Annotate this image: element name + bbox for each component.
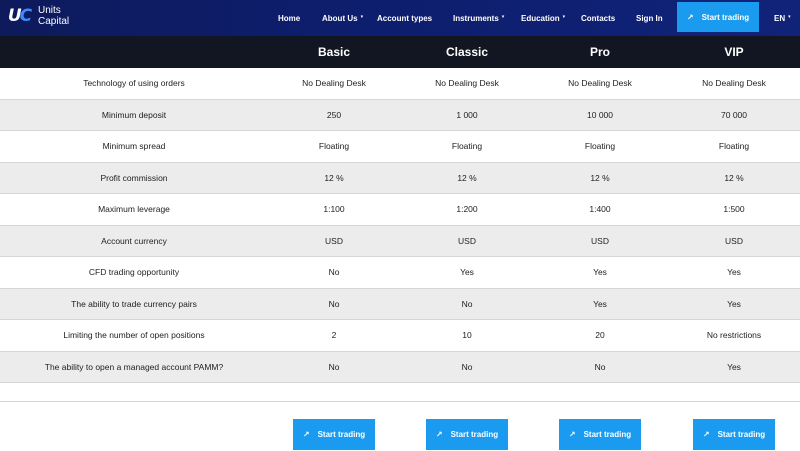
- nav-start-trading-button[interactable]: ↗ Start trading: [677, 2, 759, 32]
- arrow-up-right-icon: ↗: [702, 430, 710, 439]
- nav-item-about-us[interactable]: About Us ▾: [322, 0, 363, 36]
- table-cell: 10 000: [587, 109, 613, 120]
- table-cell: No: [594, 361, 606, 372]
- table-row: Account currency USD USD USD USD: [0, 225, 800, 257]
- row-label: Maximum leverage: [98, 204, 170, 215]
- start-trading-vip-button[interactable]: ↗ Start trading: [693, 419, 775, 450]
- plan-name-vip: VIP: [724, 45, 744, 59]
- table-cell: 1 000: [456, 109, 478, 120]
- plan-name-pro: Pro: [589, 45, 610, 59]
- table-cell: No restrictions: [706, 330, 762, 341]
- logo[interactable]: UC Units Capital: [7, 5, 69, 27]
- table-cell: Yes: [727, 267, 741, 278]
- table-cell: 12 %: [324, 172, 344, 183]
- table-cell: Yes: [727, 361, 741, 372]
- table-row: Technology of using orders No Dealing De…: [0, 68, 800, 100]
- nav-item-contacts[interactable]: Contacts: [581, 0, 615, 36]
- table-cell: 12 %: [590, 172, 610, 183]
- table-cell: No: [328, 361, 340, 372]
- plan-header-row: Basic Classic Pro VIP: [0, 36, 800, 68]
- plan-name-basic: Basic: [317, 45, 351, 59]
- logo-mark-icon: UC: [7, 6, 32, 26]
- table-cell: 1:100: [323, 204, 345, 215]
- arrow-up-right-icon: ↗: [302, 430, 310, 439]
- row-label: CFD trading opportunity: [88, 267, 180, 278]
- row-label: Limiting the number of open positions: [63, 330, 205, 341]
- table-cell: 250: [326, 109, 342, 120]
- chevron-down-icon: ▾: [562, 14, 566, 20]
- logo-text-line1: Units: [38, 5, 61, 16]
- table-cell: USD: [591, 235, 609, 246]
- start-trading-classic-button[interactable]: ↗ Start trading: [426, 419, 508, 450]
- table-cell: Yes: [727, 298, 741, 309]
- table-cell: No: [461, 361, 473, 372]
- chevron-down-icon: ▾: [501, 14, 505, 20]
- row-label: The ability to open a managed account PA…: [44, 361, 224, 372]
- table-cell: 1:400: [589, 204, 611, 215]
- table-cell: No Dealing Desk: [302, 78, 366, 89]
- comparison-table: Technology of using orders No Dealing De…: [0, 68, 800, 383]
- table-cell: Floating: [318, 141, 350, 152]
- table-row: Minimum deposit 250 1 000 10 000 70 000: [0, 99, 800, 131]
- nav-item-home[interactable]: Home: [278, 0, 300, 36]
- row-label: Profit commission: [100, 172, 168, 183]
- row-label: Minimum deposit: [101, 109, 167, 120]
- table-row: Profit commission 12 % 12 % 12 % 12 %: [0, 162, 800, 194]
- table-cell: No: [461, 298, 473, 309]
- table-cell: 10: [462, 330, 472, 341]
- table-row: Maximum leverage 1:100 1:200 1:400 1:500: [0, 194, 800, 226]
- plan-name-classic: Classic: [445, 45, 489, 59]
- chevron-down-icon: ▾: [360, 14, 364, 20]
- table-cell: 20: [595, 330, 605, 341]
- table-row: Limiting the number of open positions 2 …: [0, 320, 800, 352]
- start-trading-pro-button[interactable]: ↗ Start trading: [559, 419, 641, 450]
- table-row: Minimum spread Floating Floating Floatin…: [0, 131, 800, 163]
- table-cell: No Dealing Desk: [435, 78, 499, 89]
- row-label: Technology of using orders: [83, 78, 185, 89]
- row-label: Minimum spread: [102, 141, 166, 152]
- table-divider: [0, 384, 800, 402]
- nav-item-education[interactable]: Education ▾: [521, 0, 565, 36]
- table-cell: No Dealing Desk: [702, 78, 766, 89]
- table-cell: Yes: [593, 267, 607, 278]
- table-row: The ability to trade currency pairs No N…: [0, 288, 800, 320]
- table-cell: Floating: [718, 141, 750, 152]
- table-cell: Floating: [451, 141, 483, 152]
- arrow-up-right-icon: ↗: [686, 12, 694, 22]
- row-label: Account currency: [101, 235, 167, 246]
- table-cell: 2: [331, 330, 337, 341]
- table-cell: Yes: [593, 298, 607, 309]
- logo-text: Units Capital: [38, 5, 69, 27]
- table-cell: Floating: [584, 141, 616, 152]
- table-cell: 12 %: [457, 172, 477, 183]
- table-cell: Yes: [460, 267, 474, 278]
- nav-item-account-types[interactable]: Account types: [377, 0, 432, 36]
- table-cell: 1:500: [723, 204, 745, 215]
- table-cell: 1:200: [456, 204, 478, 215]
- row-label: The ability to trade currency pairs: [71, 298, 197, 309]
- table-cell: No: [328, 267, 340, 278]
- arrow-up-right-icon: ↗: [435, 430, 443, 439]
- table-cell: USD: [725, 235, 743, 246]
- nav-item-sign-in[interactable]: Sign In: [636, 0, 663, 36]
- table-row: The ability to open a managed account PA…: [0, 351, 800, 383]
- logo-text-line2: Capital: [38, 16, 70, 27]
- table-cell: No Dealing Desk: [568, 78, 632, 89]
- table-cell: No: [328, 298, 340, 309]
- table-cell: USD: [325, 235, 343, 246]
- arrow-up-right-icon: ↗: [568, 430, 576, 439]
- start-trading-basic-button[interactable]: ↗ Start trading: [293, 419, 375, 450]
- language-selector[interactable]: EN ▾: [774, 0, 791, 36]
- top-navbar: UC Units Capital Home About Us ▾ Account…: [0, 0, 800, 36]
- nav-item-instruments[interactable]: Instruments ▾: [453, 0, 504, 36]
- chevron-down-icon: ▾: [788, 14, 791, 20]
- table-row: CFD trading opportunity No Yes Yes Yes: [0, 257, 800, 289]
- table-cell: 12 %: [724, 172, 744, 183]
- table-cell: 70 000: [721, 109, 747, 120]
- table-cell: USD: [458, 235, 476, 246]
